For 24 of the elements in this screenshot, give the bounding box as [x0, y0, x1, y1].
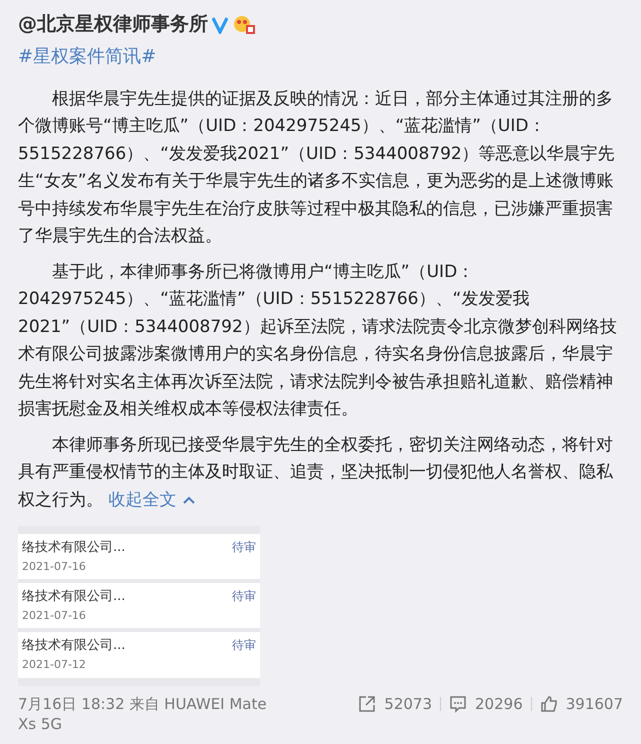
case-date: 2021-07-16 — [22, 560, 87, 574]
post-paragraph: 基于此，本律师事务所已将微博用户“博主吃瓜”（UID：2042975245）、“蓝花滥情”（UID：5515228766）、“发发爱我2021”（UID：5344008792）起诉至法院，请求法院责令北京微梦创科网络技术有限公司披露涉案微博用户的实名身份信息，待实名身份信息披露后，华晨宇先生将针对实名主体再次诉至法院，请求法院判令被告承担赔礼道歉、赔偿精神损害抚慰金及相关维权成本等侵权法律责任。 — [18, 260, 618, 421]
case-status: 待审 — [232, 589, 257, 606]
account-name[interactable]: @北京星权律师事务所 — [18, 10, 208, 38]
caret-icon — [182, 494, 196, 505]
attached-screenshot[interactable]: 络技术有限公司... 2021-07-16 待审 络技术有限公司... 2021-07-16 待审 络技术有限公司... 2021-07-12 待审 — [18, 526, 260, 686]
case-date: 2021-07-12 — [22, 658, 87, 673]
comment-icon[interactable] — [449, 694, 468, 713]
post-paragraph: 根据华晨宇先生提供的证据及反映的情况：近日，部分主体通过其注册的多个微博账号“博主吃瓜”（UID：2042975245）、“蓝花滥情”（UID：5515228766）、“发发爱我2021”（UID：5344008792）等恶意以华晨宇先生“女友”名义发布有关于华晨宇先生的诸多不实信息，更为恶劣的是上述微博账号中持续发布华晨宇先生在治疗皮肤等过程中极其隐私的信息，已涉嫌严重损害了华晨宇先生的合法权益。 — [18, 88, 616, 248]
hashtag-link[interactable]: #星权案件简讯# — [18, 42, 156, 70]
case-status: 待审 — [232, 540, 257, 556]
like-count: 391607 — [566, 694, 623, 714]
repost-count: 52073 — [384, 694, 432, 714]
post-paragraph: 本律师事务所现已接受华晨宇先生的全权委托，密切关注网络动态，将针对具有严重侵权情节的主体及时取证、追责，坚决抵制一切侵犯他人名誉权、隐私权之行为。 收起全文 — [18, 434, 614, 512]
post-source: 7月16日 18:32 来自 HUAWEI Mate Xs 5G — [18, 694, 268, 734]
case-title: 络技术有限公司... — [22, 638, 126, 656]
comment-count: 20296 — [475, 694, 523, 714]
case-title: 络技术有限公司... — [22, 589, 126, 606]
case-date: 2021-07-16 — [22, 609, 87, 624]
case-status: 待审 — [232, 638, 257, 654]
case-title: 络技术有限公司... — [22, 540, 126, 557]
collapse-link[interactable]: 收起全文 — [108, 490, 196, 510]
share-icon[interactable] — [358, 694, 376, 713]
thumbs-up-icon[interactable] — [540, 694, 558, 713]
